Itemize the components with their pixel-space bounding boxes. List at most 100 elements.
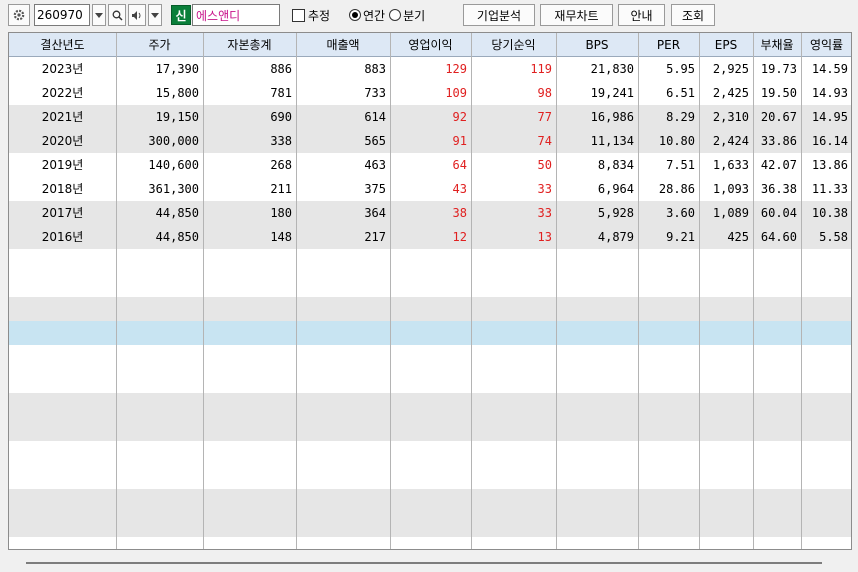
cell-net-income: 74: [537, 134, 552, 148]
cell-stock-price: 19,150: [155, 110, 199, 124]
horizontal-scrollbar[interactable]: [8, 553, 852, 572]
new-badge: 신: [171, 5, 191, 25]
header-revenue[interactable]: 매출액: [296, 33, 390, 57]
estimate-checkbox[interactable]: 추정: [292, 4, 342, 26]
query-button[interactable]: 조회: [671, 4, 715, 26]
financial-chart-button[interactable]: 재무차트: [540, 4, 613, 26]
table-row[interactable]: [9, 273, 851, 297]
column-divider: [203, 33, 204, 549]
cell-net-income: 77: [537, 110, 552, 124]
cell-operating-profit: 109: [445, 86, 467, 100]
table-row[interactable]: [9, 393, 851, 417]
table-row[interactable]: 2018년 361,300 211 375 43 33 6,964 28.86 1,093 36.…: [9, 177, 851, 201]
table-row[interactable]: [9, 513, 851, 537]
header-debt-ratio[interactable]: 부채율: [753, 33, 801, 57]
scrollbar-thumb[interactable]: [26, 562, 822, 564]
speaker-button[interactable]: [128, 4, 146, 26]
cell-net-income: 98: [537, 86, 552, 100]
search-button[interactable]: [108, 4, 126, 26]
cell-fiscal-year: 2023년: [41, 62, 84, 76]
header-total-equity[interactable]: 자본총계: [203, 33, 296, 57]
header-eps[interactable]: EPS: [699, 33, 753, 57]
cell-total-equity: 211: [270, 182, 292, 196]
cell-debt-ratio: 19.50: [760, 86, 797, 100]
period-radio-group: 연간 분기: [349, 4, 455, 26]
table-row[interactable]: [9, 465, 851, 489]
cell-fiscal-year: 2019년: [41, 158, 84, 172]
chevron-down-icon: [151, 12, 159, 18]
cell-total-equity: 338: [270, 134, 292, 148]
cell-operating-margin: 11.33: [811, 182, 848, 196]
table-row[interactable]: 2017년 44,850 180 364 38 33 5,928 3.60 1,089 60.04…: [9, 201, 851, 225]
cell-eps: 2,310: [712, 110, 749, 124]
cell-operating-margin: 10.38: [811, 206, 848, 220]
cell-eps: 425: [727, 230, 749, 244]
cell-operating-profit: 91: [452, 134, 467, 148]
cell-net-income: 119: [530, 62, 552, 76]
table-row[interactable]: 2016년 44,850 148 217 12 13 4,879 9.21 425 64.60 5.…: [9, 225, 851, 249]
cell-bps: 16,986: [590, 110, 634, 124]
header-operating-profit[interactable]: 영업이익: [390, 33, 471, 57]
column-divider: [116, 33, 117, 549]
cell-per: 3.60: [666, 206, 695, 220]
table-row[interactable]: [9, 249, 851, 273]
cell-fiscal-year: 2020년: [41, 134, 84, 148]
stock-code-input[interactable]: 260970: [34, 4, 90, 26]
guide-button[interactable]: 안내: [618, 4, 665, 26]
cell-operating-margin: 14.59: [811, 62, 848, 76]
header-stock-price[interactable]: 주가: [116, 33, 203, 57]
cell-per: 10.80: [658, 134, 695, 148]
table-row[interactable]: 2019년 140,600 268 463 64 50 8,834 7.51 1,633 42.0…: [9, 153, 851, 177]
cell-operating-profit: 43: [452, 182, 467, 196]
table-row[interactable]: [9, 441, 851, 465]
cell-revenue: 565: [364, 134, 386, 148]
quarterly-radio[interactable]: 분기: [389, 7, 425, 24]
column-divider: [753, 33, 754, 549]
cell-revenue: 364: [364, 206, 386, 220]
annual-radio[interactable]: 연간: [349, 7, 385, 24]
table-row[interactable]: 2021년 19,150 690 614 92 77 16,986 8.29 2,310 20.6…: [9, 105, 851, 129]
cell-bps: 8,834: [597, 158, 634, 172]
table-row[interactable]: 2022년 15,800 781 733 109 98 19,241 6.51 2,425 19.…: [9, 81, 851, 105]
cell-fiscal-year: 2016년: [41, 230, 84, 244]
cell-operating-margin: 14.95: [811, 110, 848, 124]
cell-stock-price: 361,300: [148, 182, 199, 196]
cell-fiscal-year: 2021년: [41, 110, 84, 124]
cell-debt-ratio: 42.07: [760, 158, 797, 172]
cell-per: 6.51: [666, 86, 695, 100]
table-row[interactable]: [9, 345, 851, 369]
cell-revenue: 883: [364, 62, 386, 76]
cell-revenue: 375: [364, 182, 386, 196]
header-bps[interactable]: BPS: [556, 33, 638, 57]
table-row[interactable]: [9, 417, 851, 441]
stock-code-dropdown[interactable]: [92, 4, 106, 26]
table-row[interactable]: [9, 321, 851, 345]
cell-total-equity: 886: [270, 62, 292, 76]
column-divider: [638, 33, 639, 549]
header-operating-margin[interactable]: 영익률: [801, 33, 851, 57]
company-analysis-button[interactable]: 기업분석: [463, 4, 535, 26]
table-row[interactable]: [9, 489, 851, 513]
checkbox-icon: [292, 8, 305, 22]
company-name-field[interactable]: 에스앤디: [192, 4, 280, 26]
table-header: 결산년도 주가 자본총계 매출액 영업이익 당기순익 BPS PER EPS 부채율 영익률: [9, 33, 851, 57]
cell-per: 8.29: [666, 110, 695, 124]
annual-label: 연간: [363, 8, 386, 23]
header-per[interactable]: PER: [638, 33, 699, 57]
column-divider: [699, 33, 700, 549]
settings-button[interactable]: [8, 4, 30, 26]
cell-debt-ratio: 20.67: [760, 110, 797, 124]
table-row[interactable]: [9, 369, 851, 393]
cell-operating-margin: 13.86: [811, 158, 848, 172]
header-net-income[interactable]: 당기순익: [471, 33, 556, 57]
table-row[interactable]: [9, 297, 851, 321]
estimate-label: 추정: [308, 8, 331, 23]
column-divider: [801, 33, 802, 549]
table-row[interactable]: 2020년 300,000 338 565 91 74 11,134 10.80 2,424 33…: [9, 129, 851, 153]
speaker-dropdown[interactable]: [148, 4, 162, 26]
cell-bps: 4,879: [597, 230, 634, 244]
cell-revenue: 463: [364, 158, 386, 172]
table-row[interactable]: 2023년 17,390 886 883 129 119 21,830 5.95 2,925 19…: [9, 57, 851, 81]
header-fiscal-year[interactable]: 결산년도: [9, 33, 116, 57]
column-divider: [471, 33, 472, 549]
